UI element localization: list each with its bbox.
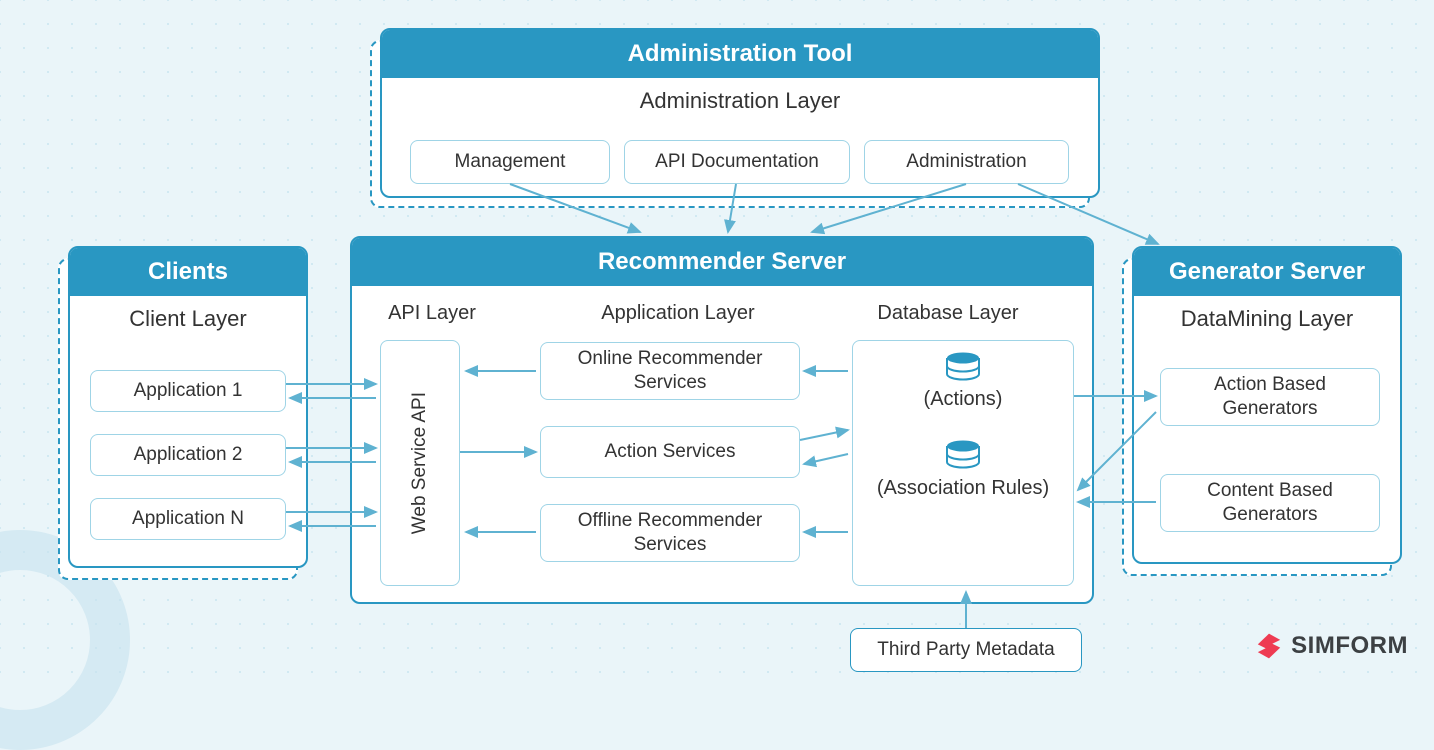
action-based-generators-box: Action Based Generators [1160,368,1380,426]
admin-item-administration: Administration [864,140,1069,184]
recommender-header: Recommender Server [352,238,1092,286]
online-recommender-box: Online Recommender Services [540,342,800,400]
clients-subtitle: Client Layer [70,296,306,338]
web-service-api-label: Web Service API [408,392,432,534]
web-service-api-box: Web Service API [380,340,460,586]
third-party-metadata-box: Third Party Metadata [850,628,1082,672]
content-based-generators-box: Content Based Generators [1160,474,1380,532]
admin-header: Administration Tool [382,30,1098,78]
action-services-box: Action Services [540,426,800,478]
generator-header: Generator Server [1134,248,1400,296]
db-rules-label: (Association Rules) [852,476,1074,501]
brand-logo-mark [1255,632,1283,660]
admin-item-api-doc: API Documentation [624,140,850,184]
db-actions-label: (Actions) [852,388,1074,411]
client-app-2: Application 2 [90,434,286,476]
offline-recommender-box: Offline Recommender Services [540,504,800,562]
db-layer-title: Database Layer [838,302,1058,325]
api-layer-title: API Layer [372,302,492,325]
app-layer-title: Application Layer [548,302,808,325]
generator-subtitle: DataMining Layer [1134,296,1400,338]
database-icon-actions [945,352,981,387]
admin-item-management: Management [410,140,610,184]
admin-subtitle: Administration Layer [382,78,1098,120]
client-app-1: Application 1 [90,370,286,412]
database-icon-rules [945,440,981,475]
brand-logo-text: SIMFORM [1291,632,1408,660]
brand-logo: SIMFORM [1255,632,1408,660]
client-app-n: Application N [90,498,286,540]
clients-header: Clients [70,248,306,296]
